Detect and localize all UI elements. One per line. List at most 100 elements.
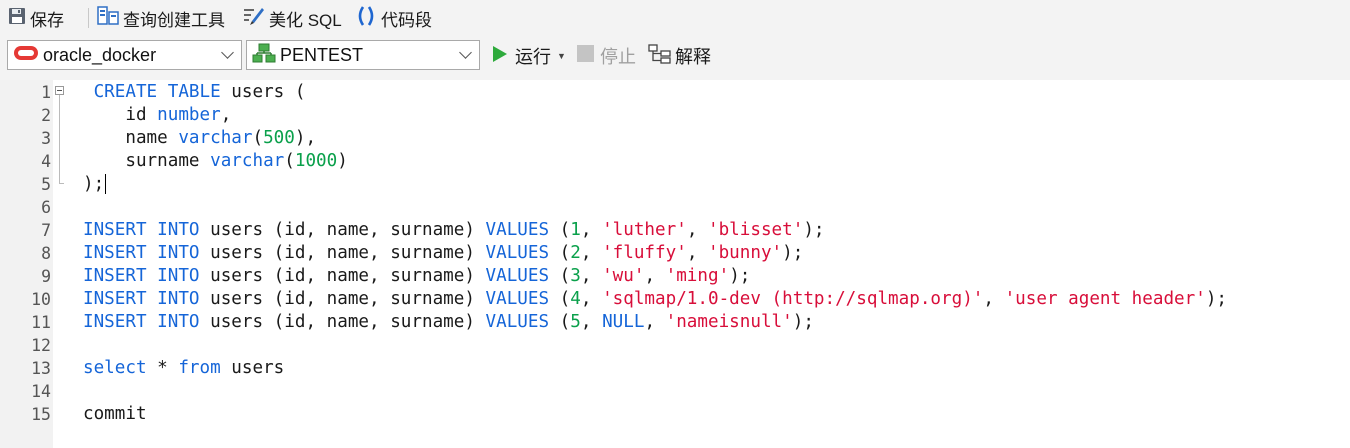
beautify-sql-label: 美化 SQL [269, 10, 342, 30]
stop-button[interactable]: 停止 [577, 43, 636, 69]
line-number: 2 [41, 106, 51, 125]
code-token: users [220, 358, 285, 378]
code-line[interactable]: select * from users [83, 357, 284, 380]
code-token: ( [549, 220, 571, 240]
beautify-sql-button[interactable]: 美化 SQL [243, 5, 342, 31]
code-token: commit [83, 404, 147, 424]
beautify-brush-icon [243, 6, 265, 31]
code-token: ( [284, 151, 295, 171]
code-token: VALUES [485, 266, 550, 286]
code-token: ( [252, 128, 264, 148]
code-line[interactable]: INSERT INTO users (id, name, surname) VA… [83, 265, 750, 288]
code-token: name [83, 128, 179, 148]
code-token: ); [803, 220, 825, 240]
code-token: ); [1205, 289, 1228, 309]
save-label: 保存 [30, 10, 64, 30]
code-token: , [644, 266, 666, 286]
code-token: , [644, 312, 666, 332]
code-token: INSERT INTO [83, 220, 200, 240]
code-token: , [580, 220, 603, 240]
chevron-down-icon [221, 46, 234, 59]
code-token: 'fluffy' [602, 243, 687, 263]
code-token: users (id, name, surname) [199, 243, 486, 263]
code-line[interactable]: name varchar(500), [83, 127, 316, 150]
code-line[interactable]: CREATE TABLE users ( [83, 81, 306, 104]
code-token: 4 [570, 289, 581, 309]
code-snippet-label: 代码段 [381, 10, 432, 30]
text-cursor [105, 174, 107, 194]
code-token: ), [294, 128, 317, 148]
code-line[interactable]: id number, [83, 104, 231, 127]
code-token: INSERT INTO [83, 312, 200, 332]
schema-icon [252, 43, 276, 68]
line-number: 10 [31, 290, 51, 309]
code-token: varchar [210, 151, 285, 171]
save-button[interactable]: 保存 [8, 5, 64, 31]
line-number: 8 [41, 244, 51, 263]
line-number: 15 [31, 405, 51, 424]
code-token: , [580, 243, 603, 263]
code-token: , [686, 243, 708, 263]
code-token: surname [83, 151, 211, 171]
code-token: ); [792, 312, 814, 332]
connection-select[interactable]: oracle_docker [7, 40, 242, 70]
connection-value: oracle_docker [43, 44, 157, 65]
code-token: , [580, 266, 603, 286]
fold-guide-end [59, 183, 64, 184]
code-token: 500 [263, 128, 295, 148]
play-icon [492, 45, 508, 68]
code-token: varchar [178, 128, 253, 148]
code-token: 3 [570, 266, 581, 286]
code-line[interactable]: ); [83, 173, 107, 196]
caret-down-icon[interactable]: ▼ [557, 51, 566, 61]
code-snippet-button[interactable]: 代码段 [355, 5, 432, 31]
code-line[interactable]: INSERT INTO users (id, name, surname) VA… [83, 288, 1227, 311]
line-number: 14 [31, 382, 51, 401]
schema-select[interactable]: PENTEST [246, 40, 480, 70]
explain-button[interactable]: 解释 [648, 43, 711, 69]
line-number-gutter: 1 2 3 4 5 6 7 8 9 10 11 12 13 14 15 [0, 80, 53, 448]
code-token: VALUES [485, 220, 550, 240]
code-token: ); [83, 174, 105, 194]
code-token: users ( [220, 82, 306, 102]
code-token: 'sqlmap/1.0-dev (http://sqlmap.org)' [602, 289, 984, 309]
sql-editor[interactable]: 1 2 3 4 5 6 7 8 9 10 11 12 13 14 15 CREATE TABLE users… [0, 80, 1350, 448]
chevron-down-icon [459, 46, 472, 59]
line-number: 7 [41, 221, 51, 240]
code-token: users (id, name, surname) [199, 289, 486, 309]
run-button[interactable]: 运行 ▼ [492, 43, 566, 69]
line-number: 1 [41, 83, 51, 102]
code-line[interactable]: commit [83, 403, 147, 426]
code-token: 1 [570, 220, 581, 240]
oracle-db-icon [13, 44, 39, 67]
code-token: VALUES [485, 243, 550, 263]
code-line[interactable]: INSERT INTO users (id, name, surname) VA… [83, 242, 803, 265]
code-token: 'ming' [665, 266, 730, 286]
code-line[interactable]: INSERT INTO users (id, name, surname) VA… [83, 311, 814, 334]
line-number: 4 [41, 152, 51, 171]
code-token: NULL [602, 312, 645, 332]
run-label: 运行 [515, 47, 551, 67]
code-token: from [178, 358, 221, 378]
code-token: ) [337, 151, 348, 171]
explain-icon [648, 43, 672, 69]
code-token: 'blisset' [708, 220, 804, 240]
code-line[interactable]: surname varchar(1000) [83, 150, 348, 173]
code-token: 'luther' [602, 220, 687, 240]
query-builder-button[interactable]: 查询创建工具 [97, 5, 225, 31]
line-number: 12 [31, 336, 51, 355]
connection-toolbar: oracle_docker PENTEST 运行 ▼ 停止 解释 [0, 36, 1350, 80]
code-token: CREATE TABLE [93, 82, 221, 102]
code-token: ( [549, 266, 571, 286]
code-line[interactable]: INSERT INTO users (id, name, surname) VA… [83, 219, 825, 242]
code-token: number [157, 105, 221, 125]
code-token: 'nameisnull' [665, 312, 793, 332]
main-toolbar: 保存 查询创建工具 美化 SQL 代码段 [0, 0, 1350, 36]
line-number: 3 [41, 129, 51, 148]
code-token: 5 [570, 312, 581, 332]
code-snippet-icon [355, 5, 377, 32]
fold-toggle-icon[interactable] [55, 86, 64, 95]
code-token: 'wu' [602, 266, 645, 286]
code-token: INSERT INTO [83, 289, 200, 309]
